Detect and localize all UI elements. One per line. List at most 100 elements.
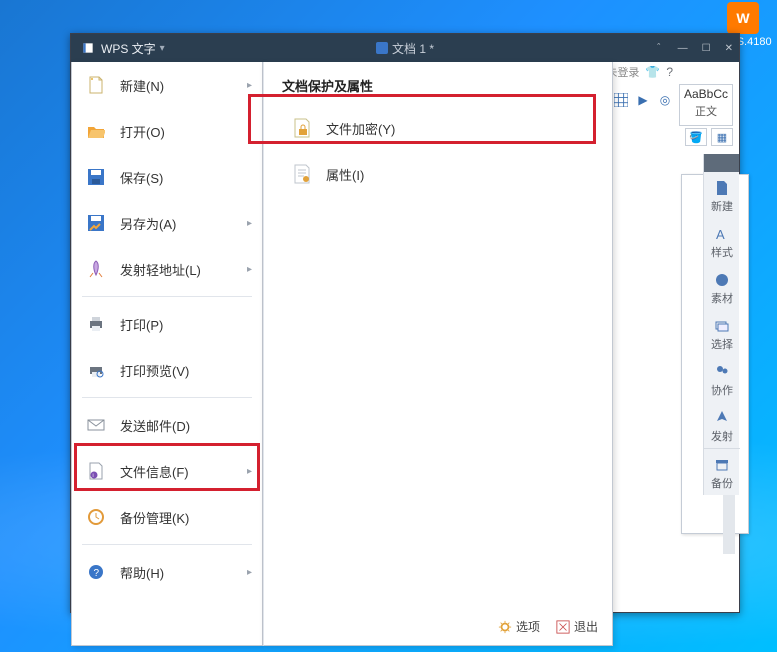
submenu-title: 文档保护及属性	[264, 62, 612, 105]
border-icon[interactable]: ▦	[711, 128, 733, 146]
new-file-icon	[86, 75, 106, 95]
help-question-icon[interactable]: ?	[666, 65, 673, 79]
grid-icon[interactable]	[611, 90, 631, 110]
pane-item-new[interactable]: 新建	[704, 172, 740, 218]
app-name: WPS 文字	[101, 40, 156, 57]
submenu-arrow-icon: ▸	[247, 80, 252, 91]
layers-icon	[714, 318, 730, 334]
account-bar: 未登录 👕 ?	[606, 64, 673, 80]
menu-item-label: 保存(S)	[120, 168, 163, 187]
maximize-button[interactable]: ☐	[702, 43, 711, 54]
pane-item-label: 选择	[711, 339, 733, 351]
pane-item-label: 协作	[711, 385, 733, 397]
saveas-icon	[86, 213, 106, 233]
archive-icon	[714, 457, 730, 473]
menu-item-label: 发送邮件(D)	[120, 416, 190, 435]
style-name-label: 正文	[680, 103, 732, 119]
pane-item-select[interactable]: 选择	[704, 310, 740, 356]
svg-text:A: A	[716, 227, 725, 242]
submenu-arrow-icon: ▸	[247, 466, 252, 477]
pane-item-label: 发射	[711, 431, 733, 443]
menu-item-backup-manage[interactable]: 备份管理(K)	[72, 494, 262, 540]
print-preview-icon	[86, 360, 106, 380]
submenu-arrow-icon: ▸	[247, 264, 252, 275]
lock-encrypt-icon	[292, 118, 312, 138]
file-info-icon: i	[86, 461, 106, 481]
pane-item-label: 样式	[711, 247, 733, 259]
palette-icon	[714, 272, 730, 288]
menu-item-print-preview[interactable]: 打印预览(V)	[72, 347, 262, 393]
menu-item-label: 打印预览(V)	[120, 361, 189, 380]
menu-item-label: 新建(N)	[120, 76, 164, 95]
pane-item-style[interactable]: A 样式	[704, 218, 740, 264]
menu-item-label: 发射轻地址(L)	[120, 260, 201, 279]
right-task-pane: 新建 A 样式 素材 选择 协作 发射 备份	[703, 154, 739, 495]
svg-text:?: ?	[94, 568, 100, 579]
pane-item-collab[interactable]: 协作	[704, 356, 740, 402]
rocket-launch-icon	[86, 259, 106, 279]
menu-item-new[interactable]: 新建(N) ▸	[72, 62, 262, 108]
minimize-button[interactable]: —	[678, 43, 688, 54]
pane-item-backup[interactable]: 备份	[704, 448, 740, 495]
target-icon[interactable]: ◎	[655, 90, 675, 110]
file-menu: 新建(N) ▸ 打开(O) 保存(S) 另存为(A) ▸ 发射轻地址(L) ▸ …	[71, 62, 263, 646]
pane-item-material[interactable]: 素材	[704, 264, 740, 310]
submenu-item-properties[interactable]: 属性(I)	[264, 151, 612, 197]
exit-label: 退出	[574, 618, 598, 635]
help-icon[interactable]: ＾	[654, 41, 664, 56]
menu-item-label: 打开(O)	[120, 122, 165, 141]
folder-open-icon	[86, 121, 106, 141]
people-icon	[714, 364, 730, 380]
paint-bucket-icon[interactable]: 🪣	[685, 128, 707, 146]
exit-icon	[556, 620, 570, 634]
app-menu-dropdown-icon[interactable]: ▾	[160, 43, 165, 54]
menu-item-label: 另存为(A)	[120, 214, 176, 233]
pane-item-label: 备份	[711, 478, 733, 490]
submenu-item-encrypt[interactable]: 文件加密(Y)	[264, 105, 612, 151]
properties-icon	[292, 164, 312, 184]
arrow-right-icon[interactable]: ▶	[633, 90, 653, 110]
backup-clock-icon	[86, 507, 106, 527]
menu-item-label: 文件信息(F)	[120, 462, 189, 481]
rocket-icon	[714, 410, 730, 426]
document-title: 文档 1 *	[392, 40, 434, 57]
menu-item-file-info[interactable]: i 文件信息(F) ▸	[72, 448, 262, 494]
style-preview-text: AaBbCc	[680, 87, 732, 101]
menu-item-label: 帮助(H)	[120, 563, 164, 582]
menu-item-open[interactable]: 打开(O)	[72, 108, 262, 154]
printer-icon	[86, 314, 106, 334]
submenu-item-label: 文件加密(Y)	[326, 119, 395, 138]
options-button[interactable]: 选项	[498, 618, 540, 635]
pane-item-label: 新建	[711, 201, 733, 213]
gear-icon	[498, 620, 512, 634]
style-a-icon: A	[714, 226, 730, 242]
submenu-item-label: 属性(I)	[326, 165, 364, 184]
save-disk-icon	[86, 167, 106, 187]
file-info-submenu: 文档保护及属性 文件加密(Y) 属性(I) 选项 退出	[263, 62, 613, 646]
close-button[interactable]: ✕	[725, 43, 733, 54]
submenu-arrow-icon: ▸	[247, 218, 252, 229]
app-window: WPS 文字 ▾ 文档 1 * ＾ — ☐ ✕ 未登录 👕 ? AaBbCc 正…	[70, 33, 740, 613]
style-gallery-item[interactable]: AaBbCc 正文	[679, 84, 733, 126]
titlebar: WPS 文字 ▾ 文档 1 * ＾ — ☐ ✕	[71, 34, 739, 62]
menu-item-saveas[interactable]: 另存为(A) ▸	[72, 200, 262, 246]
task-pane-header[interactable]	[704, 154, 739, 172]
mail-icon	[86, 415, 106, 435]
menu-item-label: 打印(P)	[120, 315, 163, 334]
doc-type-icon	[376, 42, 388, 54]
svg-text:i: i	[93, 473, 94, 479]
menu-item-launch[interactable]: 发射轻地址(L) ▸	[72, 246, 262, 292]
app-logo-icon	[81, 41, 95, 55]
submenu-arrow-icon: ▸	[247, 567, 252, 578]
menu-item-print[interactable]: 打印(P)	[72, 301, 262, 347]
menu-item-label: 备份管理(K)	[120, 508, 189, 527]
options-label: 选项	[516, 618, 540, 635]
menu-item-send-mail[interactable]: 发送邮件(D)	[72, 402, 262, 448]
menu-item-help[interactable]: ? 帮助(H) ▸	[72, 549, 262, 595]
exit-button[interactable]: 退出	[556, 618, 598, 635]
pane-item-label: 素材	[711, 293, 733, 305]
shirt-icon[interactable]: 👕	[645, 65, 660, 79]
pane-item-send[interactable]: 发射	[704, 402, 740, 448]
menu-item-save[interactable]: 保存(S)	[72, 154, 262, 200]
wps-icon: W	[727, 2, 759, 34]
